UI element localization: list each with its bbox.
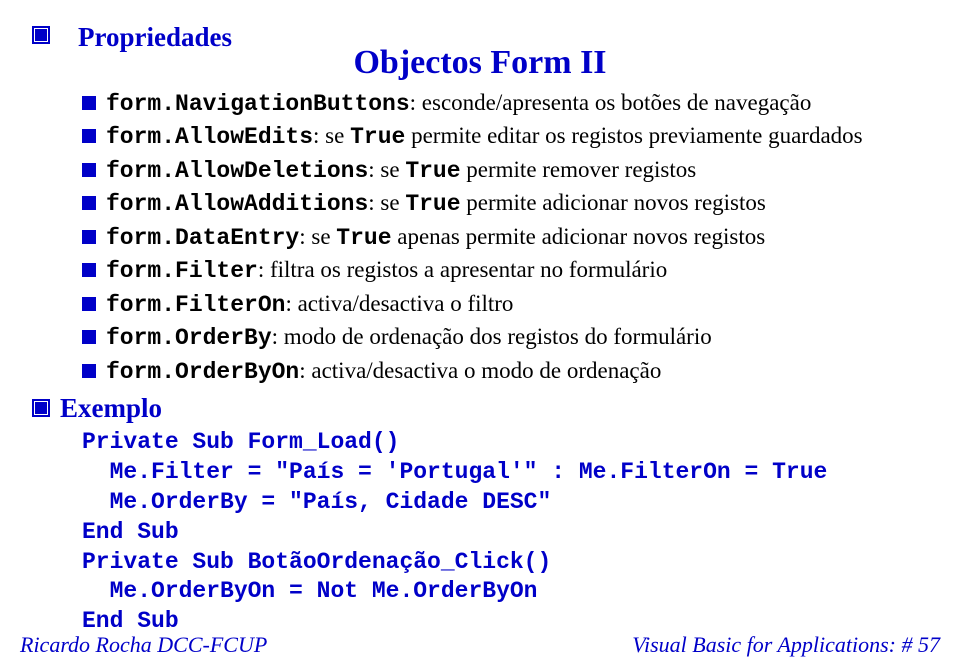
property-desc: : activa/desactiva o filtro — [285, 291, 513, 316]
property-desc-suffix: permite adicionar novos registos — [461, 190, 766, 215]
footer: Ricardo Rocha DCC-FCUP Visual Basic for … — [20, 632, 940, 658]
property-desc-suffix: permite editar os registos previamente g… — [405, 123, 862, 148]
property-code: form.AllowEdits — [106, 124, 313, 150]
property-desc-suffix: apenas permite adicionar novos registos — [392, 224, 766, 249]
property-code: form.OrderBy — [106, 325, 272, 351]
property-keyword: True — [405, 191, 460, 217]
property-desc: : filtra os registos a apresentar no for… — [258, 257, 667, 282]
bullet-icon — [82, 230, 96, 244]
property-text: form.OrderBy: modo de ordenação dos regi… — [106, 322, 712, 353]
property-code: form.OrderByOn — [106, 359, 299, 385]
bullet-icon — [82, 129, 96, 143]
property-keyword: True — [336, 225, 391, 251]
property-code: form.AllowDeletions — [106, 158, 368, 184]
property-code: form.NavigationButtons — [106, 91, 410, 117]
property-text: form.AllowEdits: se True permite editar … — [106, 121, 863, 152]
property-item: form.Filter: filtra os registos a aprese… — [82, 255, 920, 286]
property-keyword: True — [350, 124, 405, 150]
bullet-icon — [82, 297, 96, 311]
property-text: form.FilterOn: activa/desactiva o filtro — [106, 289, 513, 320]
property-text: form.DataEntry: se True apenas permite a… — [106, 222, 765, 253]
property-desc: : modo de ordenação dos registos do form… — [272, 324, 712, 349]
property-text: form.Filter: filtra os registos a aprese… — [106, 255, 667, 286]
property-item: form.DataEntry: se True apenas permite a… — [82, 222, 920, 253]
property-code: form.AllowAdditions — [106, 191, 368, 217]
bullet-icon — [82, 263, 96, 277]
property-item: form.AllowEdits: se True permite editar … — [82, 121, 920, 152]
footer-right: Visual Basic for Applications: # 57 — [632, 632, 940, 658]
section-bullet-exemplo — [32, 399, 50, 417]
property-desc: : activa/desactiva o modo de ordenação — [299, 358, 661, 383]
property-desc-prefix: : se — [368, 190, 405, 215]
property-item: form.AllowDeletions: se True permite rem… — [82, 155, 920, 186]
code-example: Private Sub Form_Load() Me.Filter = "Paí… — [82, 428, 920, 637]
bullet-icon — [82, 330, 96, 344]
property-code: form.FilterOn — [106, 292, 285, 318]
property-desc-prefix: : se — [313, 123, 350, 148]
property-item: form.OrderBy: modo de ordenação dos regi… — [82, 322, 920, 353]
section-bullet-propriedades — [32, 26, 50, 44]
property-text: form.OrderByOn: activa/desactiva o modo … — [106, 356, 661, 387]
section-exemplo: Exemplo — [60, 393, 162, 424]
property-item: form.AllowAdditions: se True permite adi… — [82, 188, 920, 219]
property-desc-prefix: : se — [368, 157, 405, 182]
property-item: form.FilterOn: activa/desactiva o filtro — [82, 289, 920, 320]
property-text: form.AllowDeletions: se True permite rem… — [106, 155, 696, 186]
property-keyword: True — [405, 158, 460, 184]
property-code: form.Filter — [106, 258, 258, 284]
property-code: form.DataEntry — [106, 225, 299, 251]
footer-left: Ricardo Rocha DCC-FCUP — [20, 632, 267, 658]
property-desc-suffix: permite remover registos — [461, 157, 697, 182]
property-text: form.NavigationButtons: esconde/apresent… — [106, 88, 811, 119]
property-text: form.AllowAdditions: se True permite adi… — [106, 188, 766, 219]
property-desc-prefix: : se — [299, 224, 336, 249]
property-item: form.OrderByOn: activa/desactiva o modo … — [82, 356, 920, 387]
bullet-icon — [82, 96, 96, 110]
section-propriedades: Propriedades — [78, 22, 232, 53]
property-desc: : esconde/apresenta os botões de navegaç… — [410, 90, 812, 115]
bullet-icon — [82, 163, 96, 177]
bullet-icon — [82, 364, 96, 378]
property-item: form.NavigationButtons: esconde/apresent… — [82, 88, 920, 119]
bullet-icon — [82, 196, 96, 210]
properties-list: form.NavigationButtons: esconde/apresent… — [82, 88, 920, 387]
